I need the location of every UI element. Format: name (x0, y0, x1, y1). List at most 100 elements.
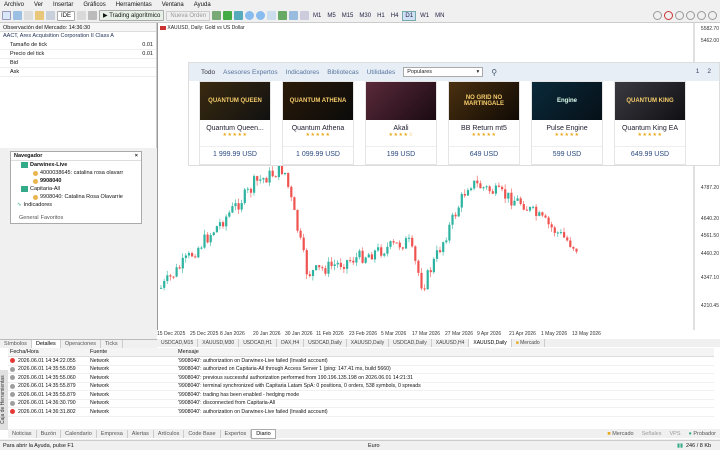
search-icon[interactable]: ⚲ (491, 68, 497, 77)
table-row[interactable]: 2026.06.01 14:35:55.879 Network '9908040':… (8, 383, 714, 391)
page-1[interactable]: 1 (696, 68, 700, 75)
tab-codebase[interactable]: Code Base (184, 429, 221, 438)
table-row[interactable]: 2026.06.01 14:35:55.060 Network '9908040':… (8, 374, 714, 383)
tf-h1[interactable]: H1 (375, 12, 387, 20)
chart-tab[interactable]: USDCAD,Daily (304, 339, 347, 347)
tab-ticks[interactable]: Ticks (101, 340, 123, 348)
chart-tab[interactable]: DAX,H4 (277, 339, 305, 347)
tf-m1[interactable]: M1 (311, 12, 323, 20)
tab-vps[interactable]: VPS (665, 430, 684, 438)
nav-account[interactable]: 4000038645: catalina rosa olavarr (11, 169, 141, 177)
market-watch-symbol[interactable]: AACT, Ares Acquisition Corporation II Cl… (0, 32, 156, 41)
tf-w1[interactable]: W1 (418, 12, 431, 20)
menu-ventana[interactable]: Ventana (162, 2, 184, 8)
sort-select[interactable]: Populares ▾ (403, 67, 484, 77)
chart-tab[interactable]: USDCAD,M15 (157, 339, 199, 347)
close-icon[interactable]: × (135, 153, 138, 159)
objects-icon[interactable] (289, 11, 299, 20)
bar-chart-icon[interactable] (212, 11, 222, 20)
tab-empresa[interactable]: Empresa (97, 429, 128, 438)
chart-tab[interactable]: USDCAD,H1 (239, 339, 278, 347)
product-card[interactable]: NO GRID NO MARTINGALE BB Return mt5 ★★★★… (448, 81, 520, 165)
product-card[interactable]: QUANTUM ATHENA Quantum Athena ★★★★★ 1 09… (282, 81, 354, 165)
tab-bibliotecas[interactable]: Bibliotecas (327, 69, 358, 76)
algo-trading-button[interactable]: ▶ Trading algorítmico (99, 10, 165, 21)
tab-todo[interactable]: Todo (201, 69, 215, 76)
new-chart-icon[interactable] (2, 11, 11, 20)
product-card[interactable]: QUANTUM KING Quantum King EA ★★★★★ 649.9… (614, 81, 686, 165)
menu-insertar[interactable]: Insertar (53, 2, 73, 8)
tab-general[interactable]: General (19, 215, 39, 223)
tab-diario[interactable]: Diario (251, 428, 276, 439)
nav-account[interactable]: 9908040 (11, 177, 141, 185)
chart-tab-active[interactable]: XAUUSD,Daily (469, 339, 512, 347)
market-watch-row[interactable]: Tamaño de tick 0.01 (0, 41, 156, 50)
tab-buzon[interactable]: Buzón (37, 429, 62, 438)
search-icon[interactable] (708, 11, 717, 20)
tab-utilidades[interactable]: Utilidades (367, 69, 396, 76)
tab-expertos[interactable]: Expertos (221, 429, 252, 438)
menu-ayuda[interactable]: Ayuda (194, 2, 211, 8)
indicators-icon[interactable] (278, 11, 288, 20)
account-icon[interactable] (653, 11, 662, 20)
chart-tab[interactable]: XAUUSD,H4 (432, 339, 470, 347)
tf-m5[interactable]: M5 (325, 12, 337, 20)
tab-alertas[interactable]: Alertas (128, 429, 154, 438)
tab-asesores[interactable]: Asesores Expertos (223, 69, 278, 76)
zoom-in-icon[interactable] (245, 11, 255, 20)
menu-herramientas[interactable]: Herramientas (116, 2, 152, 8)
product-price[interactable]: 1 099.99 USD (283, 146, 353, 158)
navigator-icon[interactable] (35, 11, 44, 20)
market-watch-row[interactable]: Precio del tick 0.01 (0, 50, 156, 59)
nav-indicators[interactable]: ∿ Indicadores (11, 201, 141, 209)
product-card[interactable]: Engine Pulse Engine ★★★★★ 599 USD (531, 81, 603, 165)
tab-simbolos[interactable]: Símbolos (0, 340, 32, 348)
product-card[interactable]: Akali ★★★★☆ 199 USD (365, 81, 437, 165)
line-chart-icon[interactable] (234, 11, 244, 20)
product-price[interactable]: 649.99 USD (615, 146, 685, 158)
tf-m30[interactable]: M30 (357, 12, 373, 20)
menu-archivo[interactable]: Archivo (4, 2, 24, 8)
window-icon[interactable] (24, 11, 33, 20)
profiles-icon[interactable] (13, 11, 22, 20)
data-window-icon[interactable] (46, 11, 55, 20)
col-header-source[interactable]: Fuente (90, 349, 178, 355)
menu-graficos[interactable]: Gráficos (83, 2, 105, 8)
alert-icon[interactable] (664, 11, 673, 20)
tab-calendario[interactable]: Calendario (61, 429, 97, 438)
table-row[interactable]: 2026.06.01 14:34:22.055 Network '9908040':… (8, 357, 714, 366)
table-row[interactable]: 2026.06.01 14:35:55.059 Network '9908040':… (8, 366, 714, 374)
grid-icon[interactable] (267, 11, 277, 20)
tf-d1[interactable]: D1 (402, 10, 417, 21)
chart-tab-market[interactable]: ■ Mercado (512, 339, 545, 347)
table-row[interactable]: 2026.06.01 14:36:30.790 Network '9908040':… (8, 400, 714, 408)
chart-tab[interactable]: XAUUSD,M30 (198, 339, 240, 347)
product-price[interactable]: 649 USD (449, 146, 519, 158)
product-price[interactable]: 599 USD (532, 146, 602, 158)
history-icon[interactable] (88, 11, 98, 20)
tab-mercado[interactable]: ■ Mercado (603, 430, 637, 438)
menu-ver[interactable]: Ver (34, 2, 43, 8)
community-icon[interactable] (697, 11, 706, 20)
mail-icon[interactable] (686, 11, 695, 20)
tab-noticias[interactable]: Noticias (8, 429, 37, 438)
col-header-time[interactable]: Fecha/Hora (8, 349, 90, 355)
tf-mn[interactable]: MN (433, 12, 446, 20)
market-watch-row[interactable]: Bid (0, 59, 156, 68)
nav-broker-darwinex[interactable]: Darwinex-Live (11, 161, 141, 169)
tf-m15[interactable]: M15 (340, 12, 356, 20)
ide-button[interactable]: IDE (57, 10, 76, 21)
page-2[interactable]: 2 (707, 68, 711, 75)
tab-indicadores[interactable]: Indicadores (286, 69, 320, 76)
chart-tab[interactable]: XAUUSD,Daily (347, 339, 390, 347)
tab-probador[interactable]: ● Probador (685, 430, 720, 438)
nav-account[interactable]: 9908040: Catalina Rosa Olavarrie (11, 193, 141, 201)
tf-h4[interactable]: H4 (389, 12, 401, 20)
product-card[interactable]: QUANTUM QUEEN Quantum Queen... ★★★★★ 1 9… (199, 81, 271, 165)
new-order-button[interactable]: Nueva Orden (166, 10, 211, 21)
tab-detalles[interactable]: Detalles (31, 340, 61, 348)
col-header-message[interactable]: Mensaje (178, 349, 714, 355)
tab-favoritos[interactable]: Favoritos (41, 215, 64, 223)
chart-tab[interactable]: USDCAD,Daily (389, 339, 432, 347)
market-watch-row[interactable]: Ask (0, 68, 156, 77)
